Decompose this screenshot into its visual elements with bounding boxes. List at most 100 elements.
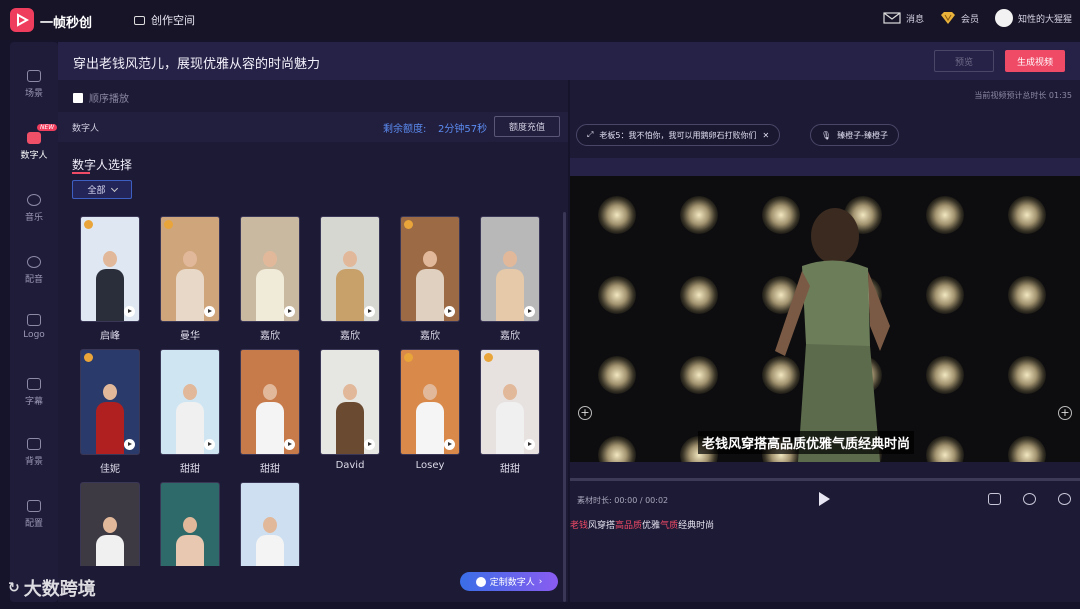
avatar-thumbnail[interactable]: [240, 482, 300, 566]
avatar-thumbnail[interactable]: [320, 216, 380, 322]
background-icon: [27, 438, 41, 450]
member-link[interactable]: 会员: [940, 11, 979, 25]
avatar-thumbnail[interactable]: [160, 482, 220, 566]
play-icon[interactable]: [819, 492, 830, 506]
sidebar-item-subtitle[interactable]: 字幕: [10, 378, 58, 407]
add-left-icon[interactable]: +: [578, 406, 592, 420]
avatar-card[interactable]: Losey: [400, 349, 460, 471]
app-name[interactable]: 一帧秒创: [40, 12, 92, 31]
generate-video-button[interactable]: 生成视频: [1005, 50, 1065, 72]
script-chip-text: 老板5：我不怕你，我可以用鹅卵石打败你们: [599, 130, 757, 140]
play-icon[interactable]: [124, 439, 135, 450]
script-chip[interactable]: ⤢ 老板5：我不怕你，我可以用鹅卵石打败你们 ✕: [576, 124, 781, 146]
user-menu[interactable]: 知性的大猩猩: [994, 9, 1072, 27]
portrait-tool-icon[interactable]: [988, 493, 1001, 505]
sidebar-item-digital-human[interactable]: NEW 数字人: [10, 124, 58, 161]
avatar-thumbnail[interactable]: [400, 216, 460, 322]
avatar-card[interactable]: [160, 482, 220, 566]
avatar-name: David: [335, 460, 365, 471]
watermark-logo-icon: ↻: [8, 580, 20, 596]
play-icon[interactable]: [204, 306, 215, 317]
video-subtitle: 老钱风穿搭高品质优雅气质经典时尚: [698, 431, 915, 454]
avatar-card[interactable]: 嘉欣: [320, 216, 380, 342]
avatar-thumbnail[interactable]: [240, 349, 300, 455]
avatar-card[interactable]: 曼华: [160, 216, 220, 342]
sequential-play-checkbox[interactable]: [73, 92, 83, 103]
timeline-progress[interactable]: [570, 478, 1080, 481]
play-icon[interactable]: [284, 306, 295, 317]
gear-icon[interactable]: [1058, 493, 1071, 505]
app-logo-icon[interactable]: [10, 8, 34, 32]
sequential-play-toggle[interactable]: 顺序播放: [73, 90, 129, 105]
sequential-play-label: 顺序播放: [89, 94, 129, 105]
sidebar-item-logo[interactable]: Logo: [10, 314, 58, 340]
sidebar-item-music[interactable]: 音乐: [10, 194, 58, 223]
create-space-link[interactable]: 创作空间: [134, 12, 195, 28]
avatar-thumbnail[interactable]: [400, 349, 460, 455]
play-icon[interactable]: [524, 439, 535, 450]
filter-dropdown[interactable]: 全部: [72, 180, 132, 199]
avatar-thumbnail[interactable]: [80, 216, 140, 322]
avatar-card[interactable]: 嘉欣: [480, 216, 540, 342]
avatar-thumbnail[interactable]: [480, 349, 540, 455]
avatar-thumbnail[interactable]: [240, 216, 300, 322]
avatar-thumbnail[interactable]: [160, 349, 220, 455]
messages-link[interactable]: 消息: [883, 12, 924, 25]
avatar-card[interactable]: 甜甜: [240, 349, 300, 475]
play-icon[interactable]: [364, 306, 375, 317]
play-icon[interactable]: [444, 306, 455, 317]
project-header: 穿出老钱风范儿，展现优雅从容的时尚魅力 预览 生成视频: [58, 42, 1080, 80]
voice-chip[interactable]: 🎙 臻橙子-臻橙子: [810, 124, 900, 146]
avatar-card[interactable]: 启峰: [80, 216, 140, 342]
avatar-thumbnail[interactable]: [80, 482, 140, 566]
sidebar-item-label: 字幕: [24, 397, 43, 407]
sidebar-item-label: 音乐: [24, 213, 43, 223]
avatar-card[interactable]: 嘉欣: [400, 216, 460, 342]
avatar-thumbnail[interactable]: [80, 349, 140, 455]
avatar-card[interactable]: [80, 482, 140, 566]
top-bar: 一帧秒创 创作空间 消息 会员 知性的大猩猩: [0, 0, 1080, 40]
sidebar-item-background[interactable]: 背景: [10, 438, 58, 467]
video-preview[interactable]: + + 老钱风穿搭高品质优雅气质经典时尚: [570, 176, 1080, 462]
scrollbar[interactable]: [563, 212, 566, 602]
play-icon[interactable]: [124, 306, 135, 317]
play-icon[interactable]: [444, 439, 455, 450]
avatar-card[interactable]: [240, 482, 300, 566]
avatar-thumbnail[interactable]: [320, 349, 380, 455]
avatar-thumbnail[interactable]: [160, 216, 220, 322]
close-icon[interactable]: ✕: [763, 131, 770, 140]
avatar-card[interactable]: 甜甜: [480, 349, 540, 475]
person-figure: [95, 251, 125, 321]
scissors-icon[interactable]: [1023, 493, 1036, 505]
custom-digital-human-button[interactable]: 定制数字人 ›: [460, 572, 558, 591]
avatar-name: 曼华: [180, 331, 200, 342]
sidebar-item-label: 场景: [24, 89, 43, 99]
add-right-icon[interactable]: +: [1058, 406, 1072, 420]
play-icon[interactable]: [284, 439, 295, 450]
avatar-card[interactable]: 甜甜: [160, 349, 220, 475]
person-figure: [95, 384, 125, 454]
crown-icon: [164, 220, 173, 229]
sidebar-item-label: 背景: [24, 457, 43, 467]
sidebar-item-voiceover[interactable]: 配音: [10, 256, 58, 285]
voice-chip-text: 臻橙子-臻橙子: [837, 130, 889, 140]
avatar-card[interactable]: David: [320, 349, 380, 471]
sidebar-item-scene[interactable]: 场景: [10, 70, 58, 99]
page-title[interactable]: 穿出老钱风范儿，展现优雅从容的时尚魅力: [73, 53, 320, 72]
recharge-button[interactable]: 额度充值: [494, 116, 560, 137]
preview-button[interactable]: 预览: [934, 50, 994, 72]
sidebar-item-config[interactable]: 配置: [10, 500, 58, 529]
crown-icon: [404, 353, 413, 362]
play-icon[interactable]: [204, 439, 215, 450]
person-figure: [415, 251, 445, 321]
avatar-card[interactable]: 佳妮: [80, 349, 140, 475]
person-figure: [255, 517, 285, 566]
logo-icon: [27, 314, 41, 326]
avatar-card[interactable]: 嘉欣: [240, 216, 300, 342]
play-icon[interactable]: [524, 306, 535, 317]
play-icon[interactable]: [364, 439, 375, 450]
avatar-thumbnail[interactable]: [480, 216, 540, 322]
avatar: [994, 9, 1013, 27]
subtitle-text-line[interactable]: 老钱风穿搭高品质优雅气质经典时尚: [570, 518, 714, 531]
digital-human-panel: 顺序播放 数字人 剩余额度: 2分钟57秒 额度充值 数字人选择 全部 启峰 曼华…: [58, 80, 568, 602]
